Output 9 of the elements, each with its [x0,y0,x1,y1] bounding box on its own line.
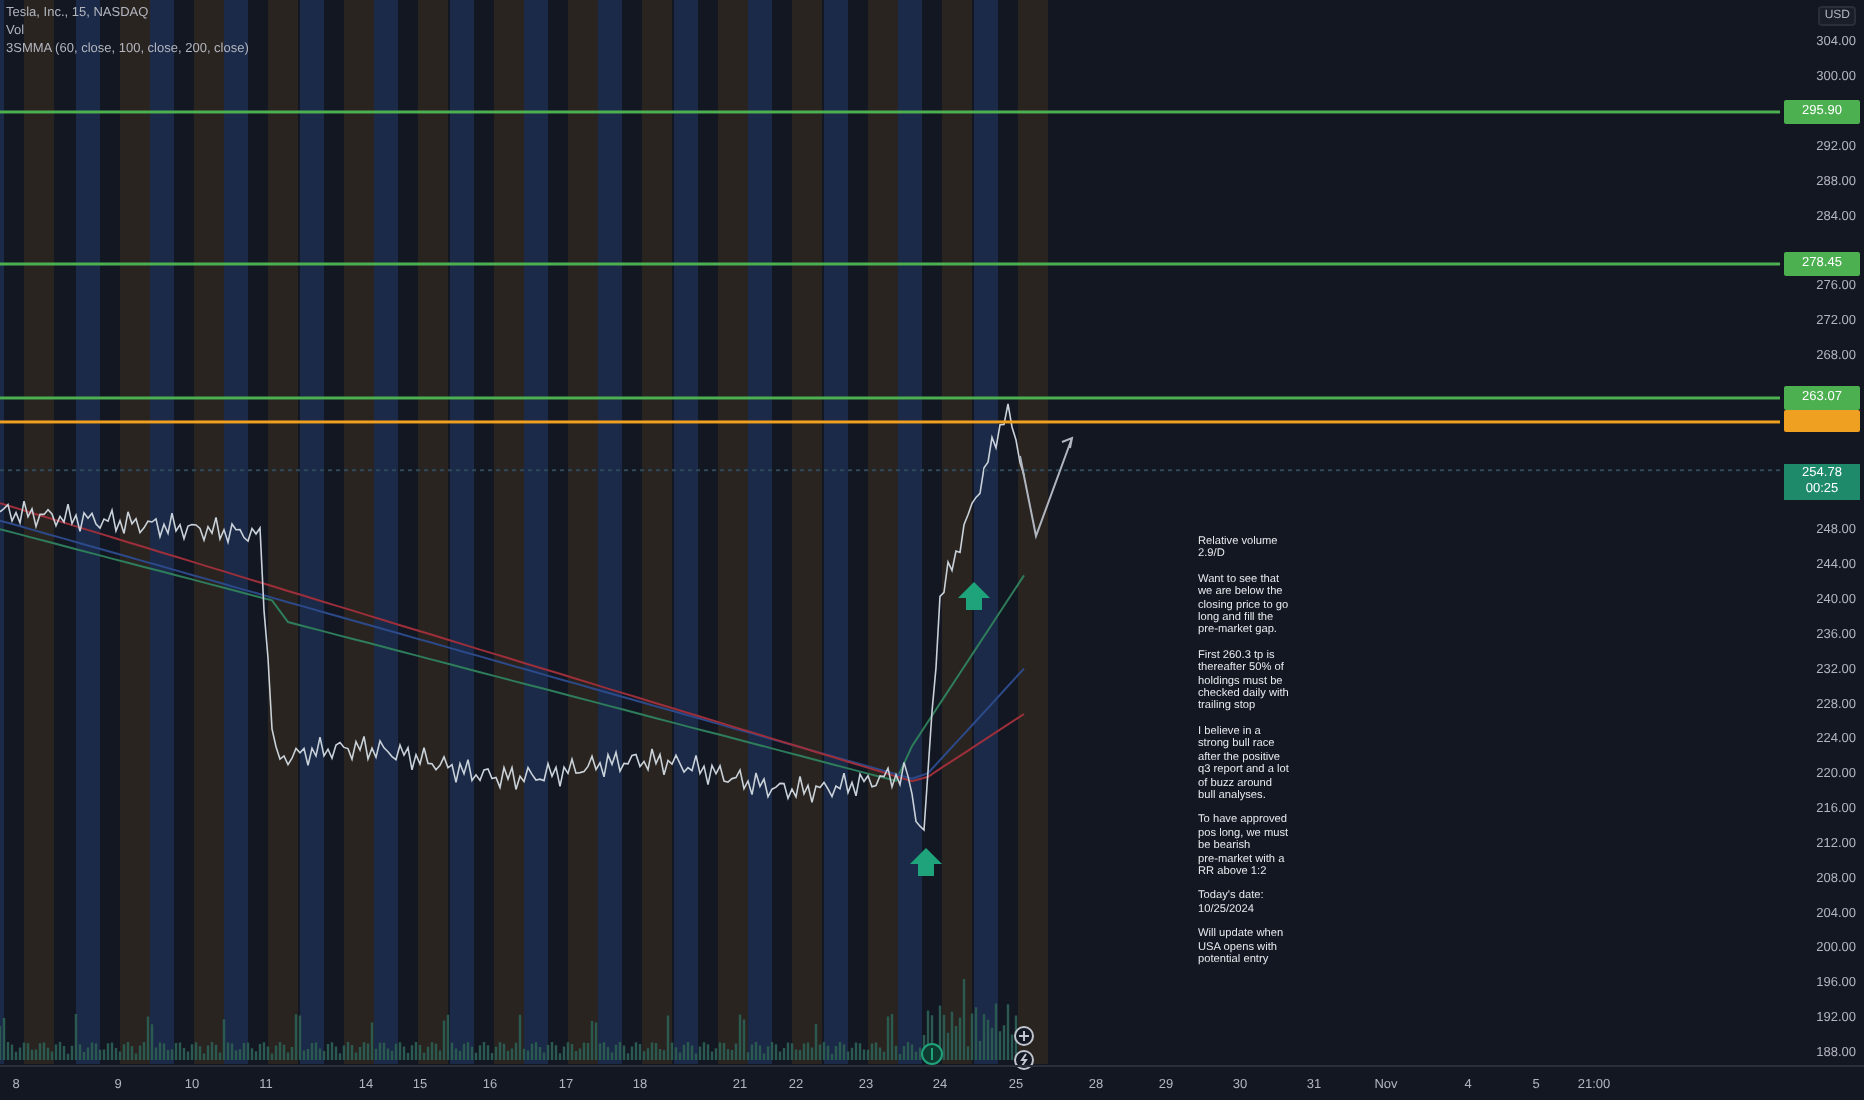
arrow-up-icon [910,848,942,876]
horizontal-line[interactable] [0,420,1780,424]
horizontal-line[interactable] [0,396,1780,400]
horizontal-line[interactable] [0,262,1780,266]
plus-icon[interactable] [1014,1026,1034,1046]
horizontal-line[interactable] [0,110,1780,114]
arrow-up-icon [958,582,990,610]
projection-arrow-drawing[interactable] [1019,436,1074,540]
earnings-icon[interactable] [921,1043,943,1065]
